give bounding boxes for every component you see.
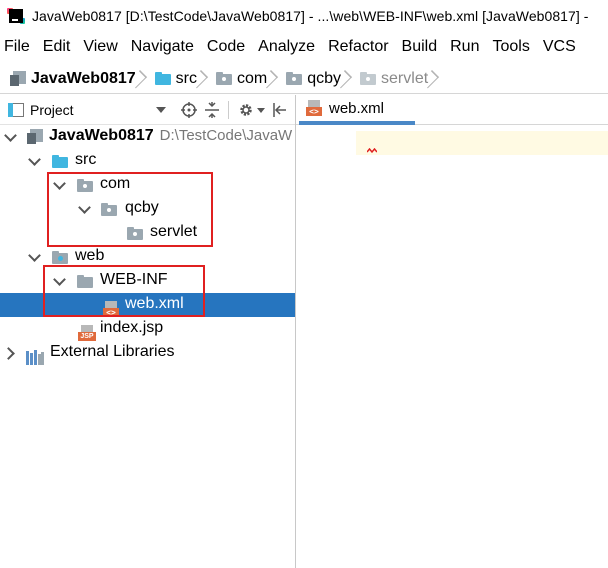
tab-web-xml[interactable]: <> web.xml [299,95,415,125]
tree-item-src-label: src [75,151,97,168]
project-panel-header: Project [0,95,295,125]
tree-item-external-libraries[interactable]: External Libraries [0,341,295,365]
window-title: JavaWeb0817 [D:\TestCode\JavaWeb0817] - … [32,8,589,24]
editor-gutter[interactable] [296,126,356,568]
menu-refactor[interactable]: Refactor [328,38,388,56]
tree-item-project-path: D:\TestCode\JavaW [159,127,293,144]
project-panel-title[interactable]: Project [30,102,74,118]
menu-tools[interactable]: Tools [492,38,529,56]
menu-file[interactable]: File [4,38,30,56]
tree-item-project-text: JavaWeb0817 D:\TestCode\JavaW [49,127,292,145]
tree-item-web-label: web [75,247,105,264]
source-folder-icon [52,155,68,168]
breadcrumb-project-label: JavaWeb0817 [31,69,136,87]
library-icon [26,349,44,365]
gear-dropdown-icon[interactable] [256,95,266,125]
tree-item-index-jsp-label: index.jsp [100,319,164,336]
header-divider [228,101,229,119]
breadcrumb-project[interactable]: JavaWeb0817 [10,64,136,94]
menu-vcs[interactable]: VCS [543,38,576,56]
breadcrumb-qcby[interactable]: qcby [286,64,341,94]
project-view-icon [8,102,24,117]
gear-icon[interactable] [236,95,256,125]
tree-item-external-libraries-label: External Libraries [50,343,175,360]
menu-analyze[interactable]: Analyze [258,38,315,56]
menu-code[interactable]: Code [207,38,245,56]
chevron-down-icon[interactable] [28,154,42,168]
dropdown-icon[interactable] [153,95,169,125]
highlight-box-packages [47,172,213,247]
tab-web-xml-label: web.xml [329,99,385,117]
xml-file-icon: <> [306,100,322,116]
breadcrumb-separator-icon [271,64,283,94]
intellij-app-icon [7,8,25,24]
package-icon [360,72,377,85]
tree-item-index-jsp[interactable]: JSP index.jsp [0,317,295,341]
tree-item-project[interactable]: JavaWeb0817 D:\TestCode\JavaW [0,125,295,149]
breadcrumb-com[interactable]: com [216,64,267,94]
highlight-box-web-inf [43,265,205,317]
breadcrumb-separator-icon [345,64,357,94]
menu-edit[interactable]: Edit [43,38,71,56]
chevron-right-icon[interactable] [4,346,18,360]
breadcrumb-servlet[interactable]: servlet [360,64,428,94]
breadcrumb-separator-icon [432,64,444,94]
menu-navigate[interactable]: Navigate [131,38,194,56]
editor-tab-bar: <> web.xml [296,95,608,125]
project-tool-window: Project JavaWeb0817 D:\TestCode\JavaW sr… [0,95,295,568]
menu-run[interactable]: Run [450,38,479,56]
breadcrumb-separator-icon [140,64,152,94]
error-squiggle [367,148,377,154]
editor-area[interactable] [296,126,608,568]
tree-item-src[interactable]: src [0,149,295,173]
scroll-from-source-icon[interactable] [180,95,198,125]
project-folder-icon [27,129,43,144]
breadcrumb-separator-icon [201,64,213,94]
package-icon [216,72,232,85]
hide-panel-icon[interactable] [270,95,290,125]
package-icon [286,72,303,85]
breadcrumb: JavaWeb0817 src com qcby servlet [0,64,608,94]
jsp-file-icon: JSP [78,325,96,341]
title-bar: JavaWeb0817 [D:\TestCode\JavaWeb0817] - … [0,0,608,32]
chevron-down-icon[interactable] [28,250,42,264]
project-folder-icon [10,71,26,86]
web-folder-icon [52,251,68,264]
menu-view[interactable]: View [83,38,117,56]
source-folder-icon [154,72,171,85]
tree-item-project-label: JavaWeb0817 [49,127,154,144]
collapse-all-icon[interactable] [203,95,221,125]
menu-bar: File Edit View Navigate Code Analyze Ref… [0,34,608,60]
chevron-down-icon[interactable] [4,130,18,144]
breadcrumb-servlet-label: servlet [381,69,429,87]
menu-build[interactable]: Build [402,38,438,56]
